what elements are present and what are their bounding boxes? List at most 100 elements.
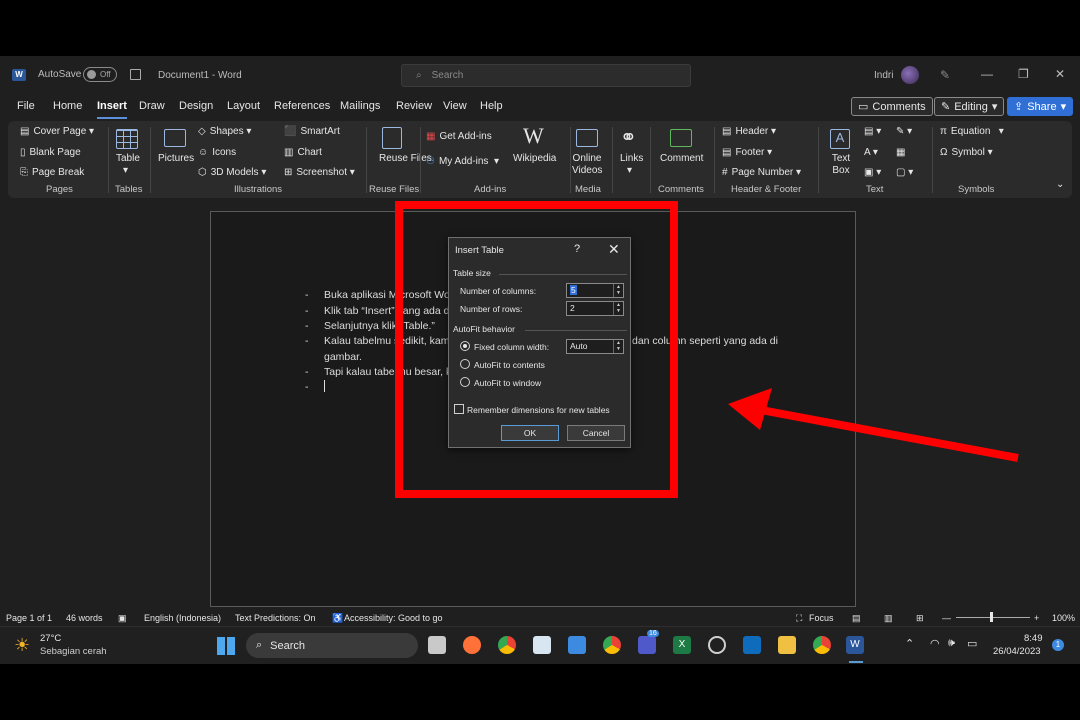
cover-page-button[interactable]: ▤ Cover Page ▾ xyxy=(20,126,94,137)
cancel-button[interactable]: Cancel xyxy=(567,425,625,441)
my-addins-button[interactable]: ⚇ My Add-ins ▾ xyxy=(426,156,499,167)
autofit-window-radio[interactable] xyxy=(460,377,470,387)
proofing-icon[interactable]: ▣ xyxy=(118,613,127,624)
get-addins-button[interactable]: ▦ Get Add-ins xyxy=(426,131,492,142)
zoom-slider-thumb[interactable] xyxy=(990,612,993,622)
blank-page-button[interactable]: ▯ Blank Page xyxy=(20,147,81,158)
file-explorer-icon[interactable] xyxy=(778,636,796,654)
chevron-down-icon[interactable]: ▾ xyxy=(627,165,632,176)
tab-mailings[interactable]: Mailings xyxy=(340,100,380,112)
tab-insert[interactable]: Insert xyxy=(97,100,127,119)
spin-arrows-icon[interactable]: ▲ ▼ xyxy=(613,284,623,297)
title-search-box[interactable]: ⌕ Search xyxy=(401,64,691,87)
ok-button[interactable]: OK xyxy=(501,425,559,441)
restore-icon[interactable]: ❐ xyxy=(1018,67,1029,81)
tab-view[interactable]: View xyxy=(443,100,467,112)
zoom-slider[interactable] xyxy=(956,617,1030,618)
accessibility-status[interactable]: Accessibility: Good to go xyxy=(344,613,443,623)
chrome-alt-icon[interactable] xyxy=(813,636,831,654)
reuse-files-button[interactable]: Reuse Files xyxy=(379,153,432,164)
snipping-tool-icon[interactable] xyxy=(428,636,446,654)
word-taskbar-icon[interactable]: W xyxy=(846,636,864,654)
focus-button[interactable]: Focus xyxy=(809,613,834,623)
page-break-button[interactable]: ⎘ Page Break xyxy=(20,167,84,178)
header-button[interactable]: ▤ Header ▾ xyxy=(722,126,776,137)
table-icon[interactable] xyxy=(116,129,138,149)
comments-button[interactable]: ▭ Comments xyxy=(851,97,933,116)
page-number-button[interactable]: # Page Number ▾ xyxy=(722,167,801,178)
minimize-icon[interactable]: — xyxy=(981,67,993,81)
close-icon[interactable]: ✕ xyxy=(1055,67,1065,81)
notification-badge[interactable]: 1 xyxy=(1052,639,1064,651)
volume-icon[interactable]: 🕪 xyxy=(948,637,955,650)
share-button[interactable]: ⇪ Share ▾ xyxy=(1007,97,1074,116)
pen-icon[interactable]: ✎ xyxy=(940,68,950,82)
settings-icon[interactable] xyxy=(708,636,726,654)
table-button[interactable]: Table xyxy=(116,153,140,164)
recycle-bin-icon[interactable] xyxy=(533,636,551,654)
collapse-ribbon-icon[interactable]: ⌄ xyxy=(1056,179,1064,190)
remember-checkbox[interactable] xyxy=(454,404,464,414)
text-box-icon[interactable]: A xyxy=(830,129,850,149)
spin-arrows-icon[interactable]: ▲ ▼ xyxy=(613,340,623,353)
quick-parts-icon[interactable]: ▤ ▾ xyxy=(864,126,881,137)
link-icon[interactable]: ⚭ xyxy=(620,125,637,150)
weather-text[interactable]: Sebagian cerah xyxy=(40,646,107,657)
object-icon[interactable]: ▢ ▾ xyxy=(896,167,913,178)
chevron-up-icon[interactable]: ⌃ xyxy=(905,637,914,650)
tab-review[interactable]: Review xyxy=(396,100,432,112)
screenshot-button[interactable]: ⊞ Screenshot ▾ xyxy=(284,167,355,178)
close-icon[interactable]: ✕ xyxy=(608,241,620,258)
video-icon[interactable] xyxy=(576,129,598,147)
signature-line-icon[interactable]: ✎ ▾ xyxy=(896,126,912,137)
zoom-in-icon[interactable]: + xyxy=(1034,613,1039,623)
spin-arrows-icon[interactable]: ▲ ▼ xyxy=(613,302,623,315)
firefox-icon[interactable] xyxy=(463,636,481,654)
tab-layout[interactable]: Layout xyxy=(227,100,260,112)
tab-design[interactable]: Design xyxy=(179,100,213,112)
chart-button[interactable]: ▥ Chart xyxy=(284,147,322,158)
tab-help[interactable]: Help xyxy=(480,100,503,112)
new-comment-icon[interactable] xyxy=(670,129,692,147)
online-videos-button[interactable]: Online Videos xyxy=(572,153,602,177)
tab-draw[interactable]: Draw xyxy=(139,100,165,112)
autofit-contents-radio[interactable] xyxy=(460,359,470,369)
help-icon[interactable]: ? xyxy=(574,243,580,255)
teams-icon[interactable] xyxy=(638,636,656,654)
text-box-button[interactable]: Text Box xyxy=(828,153,854,177)
web-layout-icon[interactable]: ⊞ xyxy=(916,613,924,624)
columns-stepper[interactable]: 5 ▲ ▼ xyxy=(566,283,624,298)
icons-button[interactable]: ☺ Icons xyxy=(198,147,236,158)
reuse-files-icon[interactable] xyxy=(382,127,402,149)
print-layout-icon[interactable]: ▥ xyxy=(884,613,893,624)
fixed-width-stepper[interactable]: Auto ▲ ▼ xyxy=(566,339,624,354)
drop-cap-icon[interactable]: ▣ ▾ xyxy=(864,167,881,178)
windows-start-icon[interactable] xyxy=(217,637,235,655)
footer-button[interactable]: ▤ Footer ▾ xyxy=(722,147,772,158)
taskbar-search[interactable]: ⌕ Search xyxy=(246,633,418,658)
wifi-icon[interactable]: ◠ xyxy=(930,637,940,650)
clock-date[interactable]: 26/04/2023 xyxy=(993,646,1041,657)
mail-icon[interactable] xyxy=(743,636,761,654)
equation-button[interactable]: π Equation ▾ xyxy=(940,126,1004,137)
links-button[interactable]: Links xyxy=(620,153,643,164)
wikipedia-icon[interactable]: W xyxy=(523,123,544,149)
smartart-button[interactable]: ⬛ SmartArt xyxy=(284,126,340,137)
weather-icon[interactable]: ☀ xyxy=(14,635,30,656)
read-mode-icon[interactable]: ▤ xyxy=(852,613,861,624)
avatar[interactable] xyxy=(901,66,919,84)
wikipedia-button[interactable]: Wikipedia xyxy=(513,153,556,164)
text-predictions[interactable]: Text Predictions: On xyxy=(235,613,316,623)
zoom-level[interactable]: 100% xyxy=(1052,613,1075,623)
pictures-button[interactable]: Pictures xyxy=(158,153,194,164)
language[interactable]: English (Indonesia) xyxy=(144,613,221,623)
shapes-button[interactable]: ◇ Shapes ▾ xyxy=(198,126,251,137)
wordart-icon[interactable]: A ▾ xyxy=(864,147,878,158)
comment-button[interactable]: Comment xyxy=(660,153,703,164)
tab-references[interactable]: References xyxy=(274,100,330,112)
chrome-profile-icon[interactable] xyxy=(603,636,621,654)
chrome-icon[interactable] xyxy=(498,636,516,654)
editing-button[interactable]: ✎ Editing ▾ xyxy=(934,97,1005,116)
notepad-icon[interactable] xyxy=(568,636,586,654)
chevron-down-icon[interactable]: ▾ xyxy=(123,165,128,176)
